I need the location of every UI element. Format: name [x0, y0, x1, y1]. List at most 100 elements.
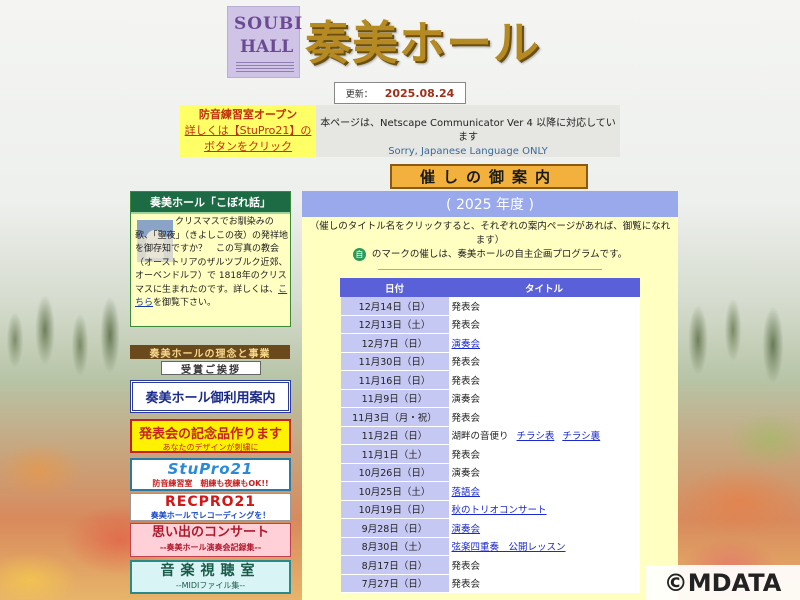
event-date: 10月19日（日） [340, 500, 449, 519]
logo-text-hall: HALL [240, 37, 294, 57]
notice-line3-link[interactable]: ボタンをクリック [180, 139, 316, 155]
kobore-title: 奏美ホール「こぼれ話」 [131, 192, 290, 214]
table-row: 8月30日（土） 弦楽四重奏 公開レッスン [340, 537, 640, 556]
events-section-title: 催しの御案内 [390, 164, 588, 189]
music-staff-icon [236, 62, 294, 72]
flyer-back-link[interactable]: チラシ裏 [562, 431, 600, 442]
event-title: 発表会 [451, 301, 481, 313]
event-title-cell: 発表会 [448, 444, 640, 464]
omoide-sub: --奏美ホール演奏会記録集-- [159, 543, 262, 552]
event-title-cell: 演奏会 [448, 463, 640, 482]
table-row: 10月26日（日） 演奏会 [340, 463, 640, 482]
event-title: 発表会 [451, 412, 481, 424]
table-row: 12月7日（日） 演奏会 [340, 333, 640, 353]
recpro21-button[interactable]: RECPRO21 奏美ホールでレコーディングを！ [130, 493, 291, 521]
event-date: 12月14日（日） [340, 296, 449, 316]
browser-notice: 本ページは、Netscape Communicator Ver 4 以降に対応し… [316, 105, 620, 157]
event-title-cell[interactable]: 演奏会 [448, 333, 640, 353]
kobore-tail: を御覧下さい。 [153, 298, 217, 308]
table-row: 12月13日（土） 発表会 [340, 315, 640, 334]
event-date: 12月13日（土） [340, 315, 449, 334]
own-program-mark-icon: 自 [352, 248, 366, 261]
event-date: 10月26日（日） [340, 463, 449, 482]
event-title: 発表会 [451, 560, 481, 572]
event-title: 湖畔の音便り [451, 431, 509, 443]
update-date: 2025.08.24 [384, 86, 455, 100]
table-row: 10月25日（土） 落語会 [340, 481, 640, 501]
events-panel: ( 2025 年度 ) （催しのタイトル名をクリックすると、それぞれの案内ページ… [302, 191, 678, 600]
kobore-body: クリスマスでお馴染みの歌、「聖夜」（きよしこの夜）の発祥地を御存知ですか？ この… [135, 217, 289, 295]
col-date-header: 日付 [340, 278, 449, 297]
table-row: 8月17日（日） 発表会 [340, 555, 640, 575]
event-date: 10月25日（土） [340, 481, 449, 501]
event-date: 11月2日（日） [340, 426, 449, 445]
table-row: 9月28日（日） 演奏会 [340, 518, 640, 538]
music-listening-button[interactable]: 音楽視聴室 --MIDIファイル集-- [130, 560, 291, 594]
update-label: 更新： [345, 89, 373, 100]
event-title-cell: 発表会 [448, 315, 640, 334]
event-title: 発表会 [451, 375, 481, 387]
table-row: 11月3日（月・祝） 発表会 [340, 407, 640, 427]
event-title[interactable]: 演奏会 [452, 339, 481, 350]
table-row: 11月16日（日） 発表会 [340, 370, 640, 390]
event-date: 11月30日（日） [340, 352, 449, 371]
table-row: 12月14日（日） 発表会 [340, 296, 640, 316]
table-row: 7月27日（日） 発表会 [340, 574, 640, 593]
event-title-cell[interactable]: 秋のトリオコンサート [448, 500, 640, 519]
omoide-title: 思い出のコンサート [151, 525, 269, 540]
table-header-row: 日付 タイトル [340, 278, 640, 297]
site-title: 奏美ホール [305, 16, 540, 70]
event-title: 演奏会 [451, 468, 481, 480]
stupro-title: StuPro21 [167, 460, 254, 478]
intro-line2-text: のマークの催しは、奏美ホールの自主企画プログラムです。 [371, 249, 628, 260]
col-title-header: タイトル [448, 278, 640, 297]
event-title-cell: 湖畔の音便り チラシ表 チラシ裏 [448, 426, 640, 445]
event-title[interactable]: 落語会 [452, 487, 481, 498]
practice-room-notice[interactable]: 防音練習室オープン 詳しくは【StuPro21】の ボタンをクリック [180, 105, 316, 157]
table-row: 11月2日（日） 湖畔の音便り チラシ表 チラシ裏 [340, 426, 640, 445]
notice-line1: 防音練習室オープン [198, 108, 298, 121]
event-title: 発表会 [451, 449, 481, 461]
background-trees-right [678, 240, 800, 440]
event-title-cell[interactable]: 演奏会 [448, 518, 640, 538]
souvenir-title: 発表会の記念品作ります [138, 427, 282, 442]
notice-line2-link[interactable]: 詳しくは【StuPro21】の [180, 123, 316, 139]
event-title[interactable]: 弦楽四重奏 公開レッスン [452, 542, 566, 553]
year-label: ( 2025 年度 ) [302, 191, 678, 217]
table-row: 10月19日（日） 秋のトリオコンサート [340, 500, 640, 519]
memories-concert-button[interactable]: 思い出のコンサート --奏美ホール演奏会記録集-- [130, 523, 291, 557]
event-date: 11月1日（土） [340, 444, 449, 464]
event-date: 9月28日（日） [340, 518, 449, 538]
kobore-text: クリスマスでお馴染みの歌、「聖夜」（きよしこの夜）の発祥地を御存知ですか？ この… [135, 216, 290, 311]
souvenir-button[interactable]: 発表会の記念品作ります あなたのデザインが刺繍に [130, 419, 291, 453]
watermark: ©MDATA [645, 565, 800, 600]
usage-guide-button[interactable]: 奏美ホール御利用案内 [130, 380, 291, 413]
event-date: 12月7日（日） [340, 333, 449, 353]
event-title: 発表会 [451, 320, 481, 332]
stupro21-button[interactable]: StuPro21 防音練習室 朝練も夜練もOK!! [130, 458, 291, 491]
ongaku-sub: --MIDIファイル集-- [175, 581, 246, 590]
event-title-cell[interactable]: 弦楽四重奏 公開レッスン [448, 537, 640, 556]
event-title-cell: 演奏会 [448, 389, 640, 408]
browser-notice-en: Sorry, Japanese Language ONLY [388, 146, 548, 157]
philosophy-button[interactable]: 奏美ホールの理念と事業 [130, 345, 290, 360]
intro-line1: （催しのタイトル名をクリックすると、それぞれの案内ページがあれば、御覧になれます… [309, 221, 671, 246]
intro-line2: 自のマークの催しは、奏美ホールの自主企画プログラムです。 [306, 248, 674, 262]
event-title-cell[interactable]: 落語会 [448, 481, 640, 501]
divider [378, 269, 602, 270]
update-info: 更新： 2025.08.24 [334, 82, 466, 104]
event-title[interactable]: 演奏会 [452, 524, 481, 535]
table-row: 11月9日（日） 演奏会 [340, 389, 640, 408]
event-title: 発表会 [451, 579, 481, 591]
event-title[interactable]: 秋のトリオコンサート [452, 505, 547, 516]
ongaku-title: 音楽視聴室 [160, 563, 261, 579]
soubi-hall-logo[interactable]: SOUBI HALL [227, 6, 304, 78]
rec-sub: 奏美ホールでレコーディングを！ [150, 511, 271, 520]
award-button[interactable]: 受賞ご挨拶 [161, 361, 261, 376]
logo-text-soubi: SOUBI [234, 14, 304, 34]
events-body: 12月14日（日） 発表会 12月13日（土） 発表会 12月7日（日） 演奏会 11月30… [340, 296, 640, 593]
intro-text: （催しのタイトル名をクリックすると、それぞれの案内ページがあれば、御覧になれます… [302, 217, 678, 262]
flyer-front-link[interactable]: チラシ表 [517, 431, 555, 442]
browser-notice-jp: 本ページは、Netscape Communicator Ver 4 以降に対応し… [320, 118, 616, 143]
stupro-sub: 防音練習室 朝練も夜練もOK!! [152, 479, 269, 488]
